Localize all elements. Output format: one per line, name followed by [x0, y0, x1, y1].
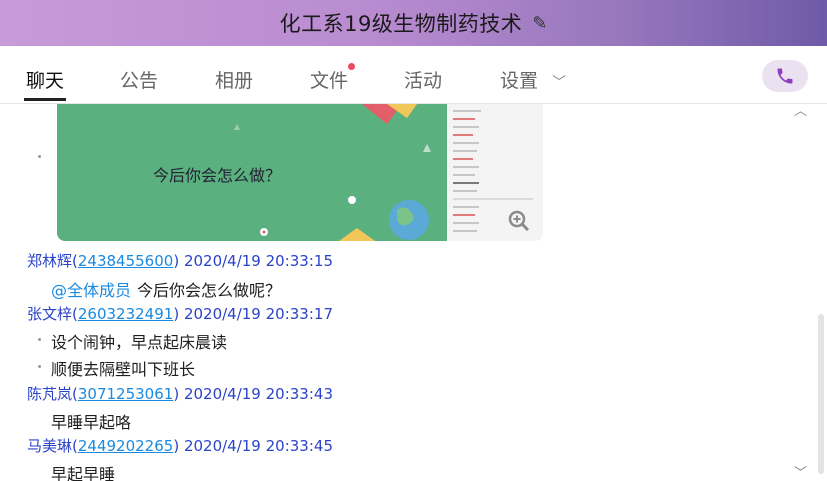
list-row [453, 134, 473, 136]
message-header: 张文梓(2603232491) 2020/4/19 20:33:17 [27, 305, 333, 323]
bullet [38, 338, 41, 341]
group-title: 化工系19级生物制药技术 [279, 12, 523, 36]
tab-label: 聊天 [26, 70, 65, 92]
sender-qq-link[interactable]: 2449202265 [78, 437, 173, 455]
image-message[interactable]: 今后你会怎么做？ [57, 104, 543, 241]
image-right-panel [447, 104, 543, 241]
pencil-icon[interactable]: ✎ [532, 13, 547, 34]
tab-settings[interactable]: 设置 ﹀ [500, 66, 566, 93]
tab-label: 设置 [500, 70, 539, 92]
list-row [453, 230, 477, 232]
message-time: 2020/4/19 20:33:17 [183, 305, 333, 323]
message-line: 顺便去隔壁叫下班长 [51, 360, 196, 379]
bullet [38, 155, 41, 158]
sender-name[interactable]: 陈芃岚 [27, 385, 72, 403]
message-time: 2020/4/19 20:33:43 [183, 385, 333, 403]
tab-activity[interactable]: 活动 [404, 66, 442, 93]
active-tab-indicator [24, 98, 67, 101]
sender-qq-link[interactable]: 3071253061 [78, 385, 173, 403]
chevron-down-icon: ﹀ [552, 75, 567, 91]
list-row [453, 166, 479, 168]
bullet [38, 365, 41, 368]
message-time: 2020/4/19 20:33:45 [183, 437, 333, 455]
tab-album[interactable]: 相册 [215, 66, 253, 93]
message-header: 马美琳(2449202265) 2020/4/19 20:33:45 [27, 437, 333, 455]
message-line: 今后你会怎么做呢？ [137, 281, 282, 300]
list-row [453, 214, 475, 216]
scroll-down-icon[interactable]: ﹀ [794, 462, 807, 481]
tab-announcement[interactable]: 公告 [120, 66, 158, 93]
mention-link[interactable]: @全体成员 [51, 281, 131, 300]
message-text: @全体成员 今后你会怎么做呢？ [51, 277, 281, 301]
image-caption: 今后你会怎么做？ [153, 166, 282, 185]
scrollbar[interactable] [818, 314, 824, 474]
sender-qq-link[interactable]: 2438455600 [78, 252, 173, 270]
list-row [453, 158, 473, 160]
list-row [453, 110, 481, 112]
message-time: 2020/4/19 20:33:15 [183, 252, 333, 270]
tab-label: 文件 [310, 70, 349, 92]
sender-name[interactable]: 张文梓 [27, 305, 72, 323]
list-row [453, 150, 477, 152]
chat-area[interactable]: 今后你会怎么做？ 郑林辉(2438455600) 2020/4/19 20:33… [0, 104, 827, 481]
tab-bar: 聊天 公告 相册 文件 活动 设置 ﹀ [0, 46, 827, 104]
list-row [453, 174, 475, 176]
zoom-in-icon[interactable] [507, 209, 531, 233]
scroll-up-icon[interactable]: ︿ [794, 104, 807, 119]
sender-name[interactable]: 马美琳 [27, 437, 72, 455]
message-line: 早睡早起咯 [51, 413, 132, 432]
message-line: 设个闹钟，早点起床晨读 [51, 333, 228, 352]
message-header: 郑林辉(2438455600) 2020/4/19 20:33:15 [27, 252, 333, 270]
phone-icon [777, 68, 793, 84]
list-row [453, 142, 479, 144]
list-row [453, 198, 533, 200]
list-row [453, 206, 479, 208]
notification-dot [348, 63, 356, 70]
message-header: 陈芃岚(3071253061) 2020/4/19 20:33:43 [27, 385, 333, 403]
list-row [453, 222, 479, 224]
tab-label: 公告 [120, 70, 159, 92]
tab-files[interactable]: 文件 [310, 63, 356, 93]
tab-label: 相册 [215, 70, 254, 92]
message-line: 早起早睡 [51, 465, 116, 481]
call-button[interactable] [762, 60, 808, 92]
list-row [453, 182, 479, 184]
title-bar: 化工系19级生物制药技术 ✎ [0, 0, 827, 46]
list-row [453, 118, 475, 120]
tab-chat[interactable]: 聊天 [24, 66, 67, 101]
sender-qq-link[interactable]: 2603232491 [78, 305, 173, 323]
list-row [453, 190, 477, 192]
sender-name[interactable]: 郑林辉 [27, 252, 72, 270]
tab-label: 活动 [404, 70, 443, 92]
list-row [453, 126, 479, 128]
image-left-panel: 今后你会怎么做？ [57, 104, 447, 241]
